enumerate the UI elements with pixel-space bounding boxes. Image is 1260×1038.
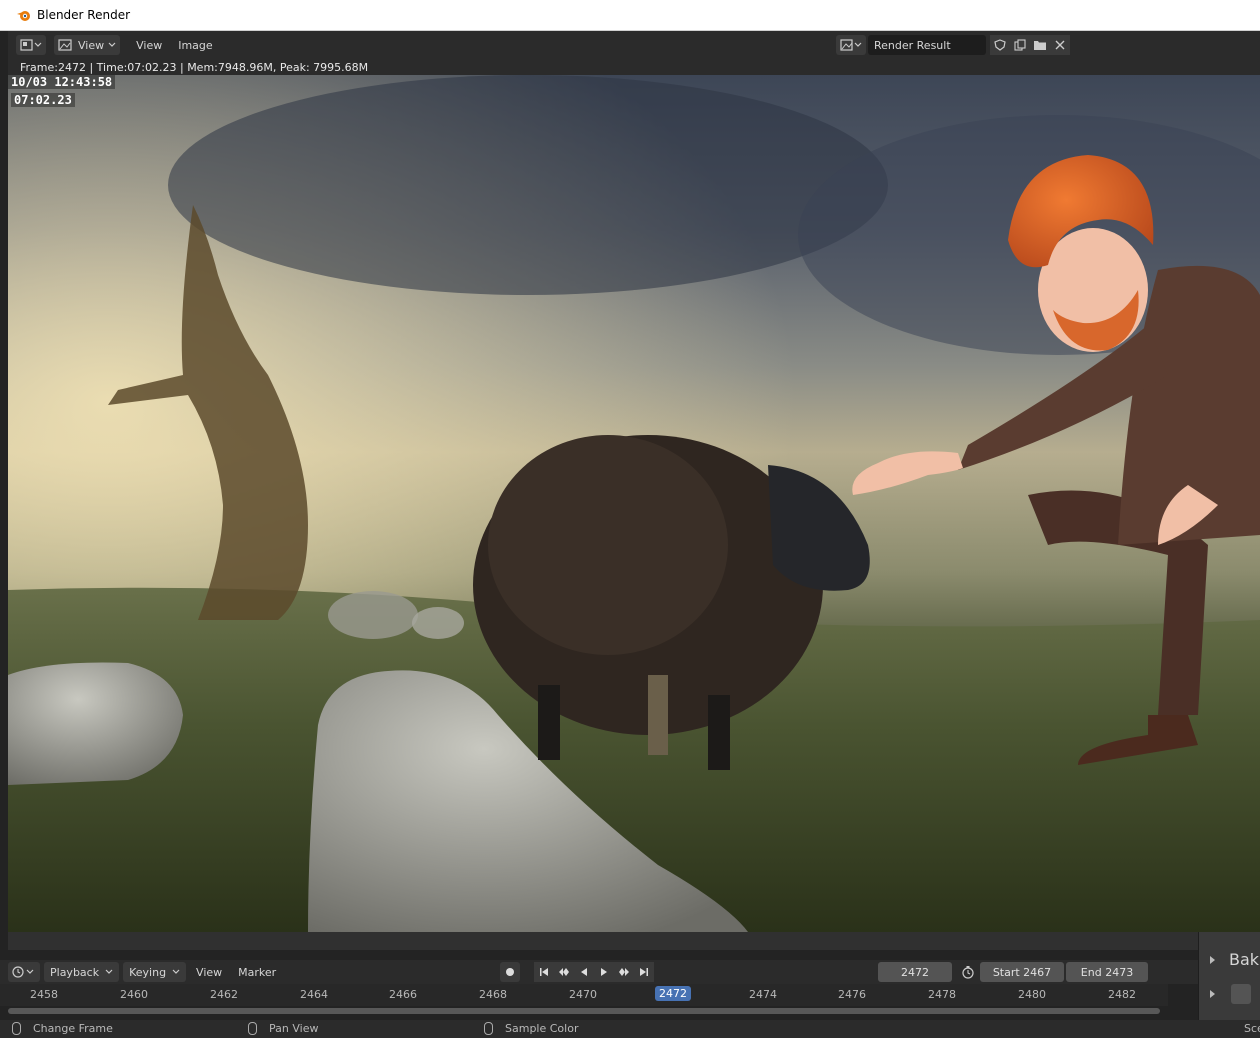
end-frame-field[interactable]: End 2473 bbox=[1066, 962, 1148, 982]
status-sample-color: Sample Color bbox=[484, 1022, 578, 1035]
preview-range-toggle[interactable] bbox=[958, 962, 978, 982]
chevron-right-icon bbox=[1210, 955, 1215, 964]
close-icon bbox=[1055, 40, 1065, 50]
keying-dropdown[interactable]: Keying bbox=[123, 962, 187, 982]
stamp-datetime: 10/03 12:43:58 bbox=[8, 75, 116, 89]
image-selector: Render Result bbox=[836, 35, 1070, 55]
blender-logo-icon bbox=[16, 7, 32, 23]
start-frame-field[interactable]: Start 2467 bbox=[980, 962, 1064, 982]
play-reverse-icon bbox=[581, 968, 587, 976]
image-editor-icon bbox=[20, 39, 42, 51]
open-image-button[interactable] bbox=[1030, 35, 1050, 55]
mouse-left-icon bbox=[12, 1022, 21, 1035]
render-metadata: Frame:2472 | Time:07:02.23 | Mem:7948.96… bbox=[8, 59, 1260, 75]
playback-label: Playback bbox=[50, 965, 100, 979]
frame-ruler[interactable]: 2458 2460 2462 2464 2466 2468 2470 2472 … bbox=[0, 984, 1168, 1006]
frame-tick: 2482 bbox=[1108, 988, 1136, 1001]
image-browse-icon bbox=[840, 39, 862, 51]
subpanel-checkbox[interactable] bbox=[1231, 984, 1251, 1004]
status-sample-color-label: Sample Color bbox=[505, 1022, 579, 1035]
playback-controls bbox=[500, 962, 654, 982]
render-image-viewport[interactable]: 10/03 12:43:58 07:02.23 bbox=[8, 75, 1260, 932]
playback-dropdown[interactable]: Playback bbox=[44, 962, 120, 982]
timeline-editor-type-button[interactable] bbox=[8, 962, 40, 982]
editor-type-button[interactable] bbox=[16, 35, 46, 55]
jump-start-icon bbox=[540, 968, 548, 976]
frame-tick: 2458 bbox=[30, 988, 58, 1001]
frame-tick: 2464 bbox=[300, 988, 328, 1001]
frame-tick: 2466 bbox=[389, 988, 417, 1001]
clock-icon bbox=[12, 966, 34, 978]
prev-keyframe-button[interactable] bbox=[554, 962, 574, 982]
frame-tick: 2462 bbox=[210, 988, 238, 1001]
view-mode-label: View bbox=[78, 38, 105, 52]
frame-tick: 2474 bbox=[749, 988, 777, 1001]
frame-tick: 2478 bbox=[928, 988, 956, 1001]
duplicate-icon bbox=[1014, 39, 1026, 51]
browse-image-button[interactable] bbox=[836, 35, 866, 55]
menu-image[interactable]: Image bbox=[172, 39, 218, 52]
jump-end-button[interactable] bbox=[634, 962, 654, 982]
render-image bbox=[8, 75, 1260, 932]
status-pan-view: Pan View bbox=[248, 1022, 318, 1035]
status-scene-label: Sce bbox=[1244, 1022, 1260, 1035]
status-pan-view-label: Pan View bbox=[269, 1022, 319, 1035]
timeline-menu-marker[interactable]: Marker bbox=[232, 966, 282, 979]
frame-tick: 2480 bbox=[1018, 988, 1046, 1001]
next-keyframe-icon bbox=[619, 968, 629, 976]
fake-user-button[interactable] bbox=[990, 35, 1010, 55]
timeline-header: Playback Keying View Marker 2472 Start 2… bbox=[0, 960, 1198, 984]
new-image-button[interactable] bbox=[1010, 35, 1030, 55]
folder-icon bbox=[1034, 41, 1046, 50]
frame-tick: 2460 bbox=[120, 988, 148, 1001]
chevron-down-icon bbox=[105, 969, 113, 974]
timeline-scrollbar[interactable] bbox=[8, 1008, 1160, 1014]
status-change-frame: Change Frame bbox=[12, 1022, 113, 1035]
stamp-render-time: 07:02.23 bbox=[11, 93, 75, 107]
mouse-right-icon bbox=[484, 1022, 493, 1035]
status-scene: Sce bbox=[1244, 1022, 1260, 1035]
chevron-down-icon bbox=[108, 42, 116, 47]
jump-end-icon bbox=[640, 968, 648, 976]
record-icon bbox=[506, 968, 514, 976]
chevron-right-icon bbox=[1210, 990, 1215, 998]
frame-tick: 2470 bbox=[569, 988, 597, 1001]
frame-tick: 2468 bbox=[479, 988, 507, 1001]
keying-label: Keying bbox=[129, 965, 167, 979]
chevron-down-icon bbox=[172, 969, 180, 974]
play-button[interactable] bbox=[594, 962, 614, 982]
image-editor-header: View View Image Render Result bbox=[8, 31, 1260, 59]
current-frame-indicator[interactable]: 2472 bbox=[655, 986, 691, 1001]
shield-icon bbox=[994, 39, 1006, 51]
prev-keyframe-icon bbox=[559, 968, 569, 976]
window-titlebar: Blender Render bbox=[0, 0, 1260, 31]
play-icon bbox=[601, 968, 607, 976]
bake-panel-header[interactable]: Bak bbox=[1209, 950, 1259, 969]
image-name-field[interactable]: Render Result bbox=[868, 35, 986, 55]
stopwatch-icon bbox=[962, 966, 974, 979]
jump-start-button[interactable] bbox=[534, 962, 554, 982]
record-button[interactable] bbox=[500, 962, 520, 982]
image-mode-icon bbox=[58, 39, 72, 51]
current-frame-field[interactable]: 2472 bbox=[878, 962, 952, 982]
frame-tick: 2476 bbox=[838, 988, 866, 1001]
status-change-frame-label: Change Frame bbox=[33, 1022, 113, 1035]
mouse-middle-icon bbox=[248, 1022, 257, 1035]
subpanel-header[interactable] bbox=[1209, 984, 1251, 1004]
area-divider[interactable] bbox=[8, 932, 1198, 950]
unlink-image-button[interactable] bbox=[1050, 35, 1070, 55]
status-bar: Change Frame Pan View Sample Color Sce bbox=[0, 1020, 1260, 1038]
next-keyframe-button[interactable] bbox=[614, 962, 634, 982]
menu-view[interactable]: View bbox=[130, 39, 168, 52]
properties-panel: Bak bbox=[1198, 932, 1260, 1020]
view-mode-dropdown[interactable]: View bbox=[54, 35, 121, 55]
bake-panel-label: Bak bbox=[1229, 950, 1260, 969]
window-title: Blender Render bbox=[37, 8, 131, 22]
timeline-menu-view[interactable]: View bbox=[190, 966, 228, 979]
play-reverse-button[interactable] bbox=[574, 962, 594, 982]
